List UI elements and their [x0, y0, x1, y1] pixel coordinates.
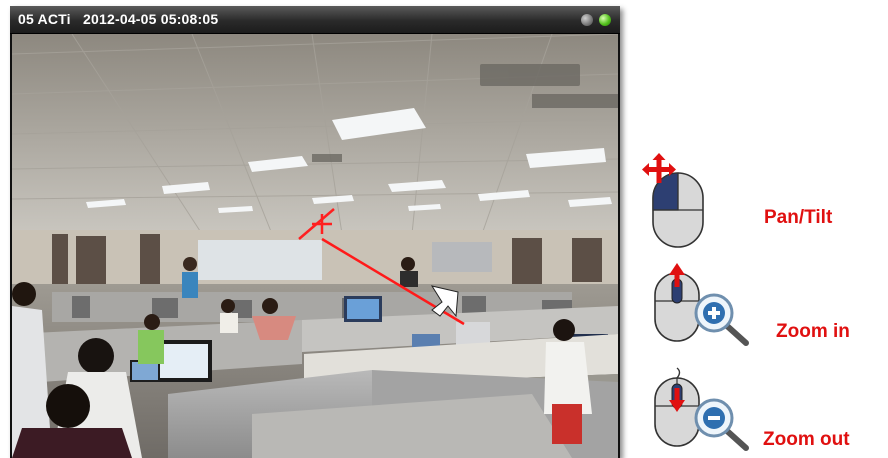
status-led-green-icon: [599, 14, 611, 26]
mouse-drag-icon: [642, 153, 704, 248]
zoom-in-label: Zoom in: [776, 321, 850, 342]
office-scene-image: [12, 34, 618, 458]
camera-titlebar: 05 ACTi 2012-04-05 05:08:05: [10, 6, 620, 34]
zoom-out-label: Zoom out: [763, 429, 850, 450]
camera-title: 05 ACTi 2012-04-05 05:08:05: [18, 11, 219, 27]
mouse-scroll-down-zoom-out-icon: [654, 367, 749, 451]
status-led-gray-icon: [581, 14, 593, 26]
pan-tilt-label: Pan/Tilt: [764, 207, 833, 228]
mouse-scroll-up-zoom-in-icon: [654, 263, 749, 346]
camera-viewer-window: 05 ACTi 2012-04-05 05:08:05: [10, 6, 620, 458]
camera-video-view[interactable]: [12, 34, 618, 458]
